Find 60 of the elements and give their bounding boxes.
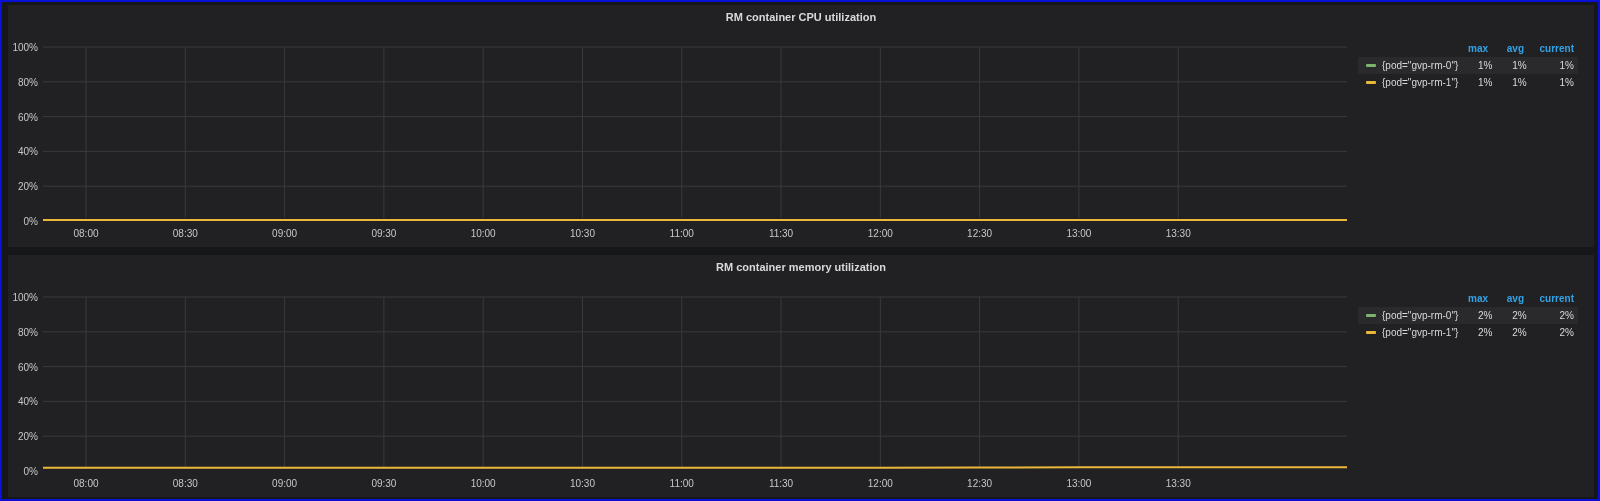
x-axis-label: 12:30 — [967, 228, 993, 239]
x-axis-label: 13:30 — [1165, 228, 1191, 239]
panel-title: RM container CPU utilization — [725, 10, 877, 25]
legend-column-header: avg — [1505, 43, 1524, 54]
legend-series-name[interactable]: {pod="gvp-rm-1"} — [1382, 327, 1459, 338]
legend-value: 2% — [1558, 310, 1574, 321]
x-axis-label: 12:00 — [867, 478, 893, 489]
legend-column-header: current — [1538, 293, 1574, 304]
legend-series-name[interactable]: {pod="gvp-rm-0"} — [1382, 60, 1459, 71]
x-axis-label: 08:30 — [172, 478, 198, 489]
panel-title: RM container memory utilization — [716, 260, 886, 275]
x-axis-label: 11:30 — [768, 228, 794, 239]
x-axis-label: 09:00 — [272, 478, 298, 489]
y-axis-label: 0% — [23, 466, 38, 477]
x-axis-label: 10:30 — [569, 228, 595, 239]
legend-value: 1% — [1477, 77, 1493, 88]
x-axis-label: 10:00 — [470, 478, 496, 489]
legend-column-header: max — [1467, 293, 1488, 304]
x-axis-label: 10:30 — [569, 478, 595, 489]
legend-series-name[interactable]: {pod="gvp-rm-1"} — [1382, 77, 1459, 88]
x-axis-label: 10:00 — [470, 228, 496, 239]
legend-value: 1% — [1558, 77, 1574, 88]
legend-value: 2% — [1558, 327, 1574, 338]
x-axis-label: 12:30 — [967, 478, 993, 489]
legend-value: 2% — [1477, 310, 1493, 321]
legend-value: 1% — [1558, 60, 1574, 71]
y-axis-label: 60% — [18, 111, 38, 123]
x-axis-label: 13:00 — [1066, 228, 1092, 239]
legend-column-header: avg — [1505, 293, 1524, 304]
legend-value: 1% — [1511, 60, 1527, 71]
x-axis-label: 08:00 — [73, 478, 99, 489]
y-axis-label: 100% — [12, 292, 38, 303]
x-axis-label: 13:00 — [1066, 478, 1092, 489]
legend-value: 1% — [1477, 60, 1493, 71]
y-axis-label: 20% — [18, 431, 38, 443]
legend-value: 1% — [1511, 77, 1527, 88]
x-axis-label: 12:00 — [867, 228, 893, 239]
y-axis-label: 80% — [18, 76, 38, 88]
y-axis-label: 80% — [18, 326, 38, 338]
x-axis-label: 09:00 — [272, 228, 298, 239]
legend-value: 2% — [1477, 327, 1493, 338]
legend-series-name[interactable]: {pod="gvp-rm-0"} — [1382, 310, 1459, 321]
legend-value: 2% — [1511, 327, 1527, 338]
x-axis-label: 11:30 — [768, 478, 794, 489]
x-axis-label: 13:30 — [1165, 478, 1191, 489]
legend-value: 2% — [1511, 310, 1527, 321]
y-axis-label: 20% — [18, 181, 38, 193]
x-axis-label: 09:30 — [371, 228, 397, 239]
y-axis-label: 100% — [12, 42, 38, 53]
y-axis-label: 60% — [18, 361, 38, 373]
legend-column-header: max — [1467, 43, 1488, 54]
x-axis-label: 08:00 — [73, 228, 99, 239]
x-axis-label: 08:30 — [172, 228, 198, 239]
x-axis-label: 11:00 — [669, 478, 694, 489]
x-axis-label: 09:30 — [371, 478, 397, 489]
legend-column-header: current — [1538, 43, 1574, 54]
y-axis-label: 0% — [23, 216, 38, 227]
y-axis-label: 40% — [18, 396, 38, 408]
x-axis-label: 11:00 — [669, 228, 694, 239]
y-axis-label: 40% — [18, 146, 38, 158]
